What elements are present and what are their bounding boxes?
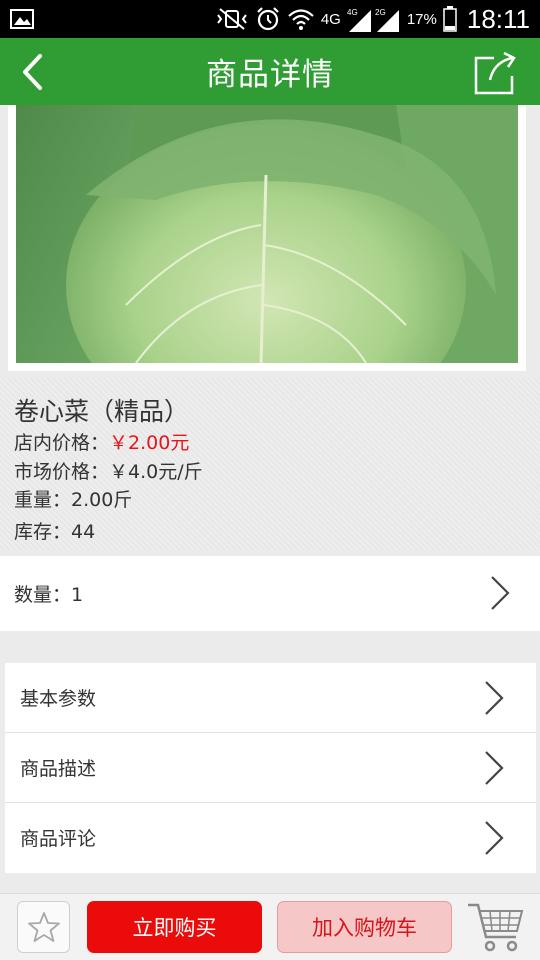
status-bar: 4G 4G 2G 17% 18:11 bbox=[0, 0, 540, 38]
battery-percent: 17% bbox=[406, 10, 437, 28]
quantity-label: 数量：1 bbox=[14, 584, 84, 606]
clock: 18:11 bbox=[466, 3, 530, 34]
mute-vibrate-icon bbox=[215, 7, 249, 31]
favorite-button[interactable] bbox=[17, 901, 70, 953]
add-to-cart-button[interactable]: 加入购物车 bbox=[277, 901, 452, 953]
product-image[interactable] bbox=[16, 105, 518, 363]
battery-icon bbox=[443, 6, 457, 32]
page-title: 商品详情 bbox=[206, 57, 334, 93]
chevron-right-icon bbox=[485, 681, 504, 715]
menu-item-basic-params[interactable]: 基本参数 bbox=[5, 663, 536, 732]
alarm-icon bbox=[255, 6, 281, 32]
chevron-right-icon bbox=[485, 751, 504, 785]
cart-button[interactable] bbox=[466, 899, 526, 955]
shopping-cart-icon bbox=[468, 903, 524, 952]
bottom-action-bar: 立即购买 加入购物车 bbox=[0, 893, 540, 960]
market-price: 市场价格：￥4.0元/斤 bbox=[14, 461, 203, 483]
stock: 库存：44 bbox=[14, 521, 96, 543]
product-info: 卷心菜（精品） 店内价格： ￥2.00元 市场价格：￥4.0元/斤 重量：2.0… bbox=[0, 378, 540, 550]
sim2-label: 2G bbox=[375, 8, 386, 17]
weight: 重量：2.00斤 bbox=[14, 489, 133, 511]
chevron-right-icon bbox=[491, 576, 510, 610]
buy-now-button[interactable]: 立即购买 bbox=[87, 901, 262, 953]
chevron-left-icon bbox=[23, 54, 42, 90]
share-icon bbox=[474, 51, 516, 95]
image-icon bbox=[10, 9, 34, 29]
store-price-label: 店内价格： bbox=[14, 432, 110, 454]
menu-item-label: 基本参数 bbox=[20, 688, 97, 710]
star-icon bbox=[27, 912, 60, 942]
network-label: 4G bbox=[320, 10, 341, 28]
wifi-icon bbox=[287, 7, 315, 31]
share-button[interactable] bbox=[472, 50, 518, 96]
product-image-frame bbox=[8, 105, 526, 371]
back-button[interactable] bbox=[20, 50, 70, 94]
menu-item-label: 商品评论 bbox=[20, 828, 97, 850]
store-price-value: ￥2.00元 bbox=[109, 432, 190, 454]
sim1-label: 4G bbox=[347, 8, 358, 17]
menu-item-label: 商品描述 bbox=[20, 758, 97, 780]
detail-menu: 基本参数 商品描述 商品评论 bbox=[5, 663, 536, 873]
signal-icon: 4G 2G bbox=[347, 6, 401, 32]
menu-item-reviews[interactable]: 商品评论 bbox=[5, 803, 536, 872]
chevron-right-icon bbox=[485, 821, 504, 855]
product-name: 卷心菜（精品） bbox=[14, 397, 190, 426]
menu-item-description[interactable]: 商品描述 bbox=[5, 733, 536, 802]
app-header: 商品详情 bbox=[0, 38, 540, 105]
store-price-line: 店内价格： ￥2.00元 bbox=[14, 428, 189, 455]
quantity-row[interactable]: 数量：1 bbox=[0, 556, 540, 631]
